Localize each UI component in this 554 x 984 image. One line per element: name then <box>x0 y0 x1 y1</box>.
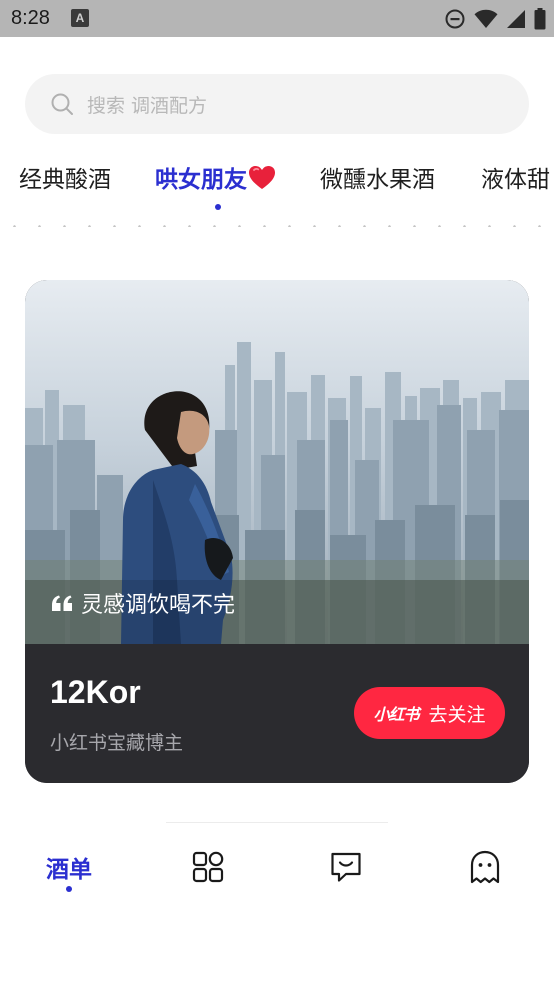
card-quote: 灵感调饮喝不完 <box>51 587 235 619</box>
nav-cocktail-list[interactable]: 酒单 <box>39 845 99 889</box>
ghost-icon <box>470 850 500 884</box>
search-input[interactable]: 搜索 调酒配方 <box>25 74 529 134</box>
tab-liquid-dessert[interactable]: 液体甜 <box>481 164 550 196</box>
active-tab-indicator <box>215 204 221 210</box>
nav-profile[interactable] <box>455 845 515 889</box>
xiaohongshu-logo: 小红书 <box>373 705 419 724</box>
signal-icon <box>507 10 525 28</box>
status-icons <box>444 6 546 32</box>
card-info: 12Kor 小红书宝藏博主 小红书 去关注 <box>25 644 529 783</box>
tabs-divider <box>0 225 554 227</box>
heart-icon <box>249 166 275 189</box>
nav-grid[interactable] <box>178 845 238 889</box>
do-not-disturb-icon <box>445 9 465 29</box>
status-time: 8:28 <box>11 7 50 29</box>
battery-icon <box>534 8 546 30</box>
influencer-card[interactable]: 灵感调饮喝不完 12Kor 小红书宝藏博主 小红书 去关注 <box>25 280 529 783</box>
category-tabs: 经典酸酒 哄女朋友 微醺水果酒 液体甜 <box>0 160 554 210</box>
status-bar: 8:28 A <box>0 0 554 37</box>
author-name: 12Kor <box>50 674 141 710</box>
grid-icon <box>192 851 224 883</box>
quote-text: 灵感调饮喝不完 <box>81 593 236 618</box>
follow-label: 去关注 <box>428 703 486 726</box>
nav-active-indicator <box>66 886 72 892</box>
message-icon <box>331 852 361 882</box>
author-description: 小红书宝藏博主 <box>50 732 184 754</box>
tab-classic-sours[interactable]: 经典酸酒 <box>19 164 111 196</box>
bottom-nav-divider <box>166 822 388 823</box>
tab-girlfriend[interactable]: 哄女朋友 <box>155 164 276 196</box>
tab-fruit-wine[interactable]: 微醺水果酒 <box>320 164 435 196</box>
nav-messages[interactable] <box>316 845 376 889</box>
notification-badge: A <box>71 9 89 27</box>
quote-icon <box>52 595 72 611</box>
search-placeholder: 搜索 调酒配方 <box>87 94 208 117</box>
follow-button[interactable]: 小红书 去关注 <box>354 687 505 739</box>
nav-cocktail-list-label: 酒单 <box>46 857 92 883</box>
wifi-icon <box>474 9 498 28</box>
search-icon <box>51 93 73 115</box>
tab-girlfriend-label: 哄女朋友 <box>155 167 247 193</box>
